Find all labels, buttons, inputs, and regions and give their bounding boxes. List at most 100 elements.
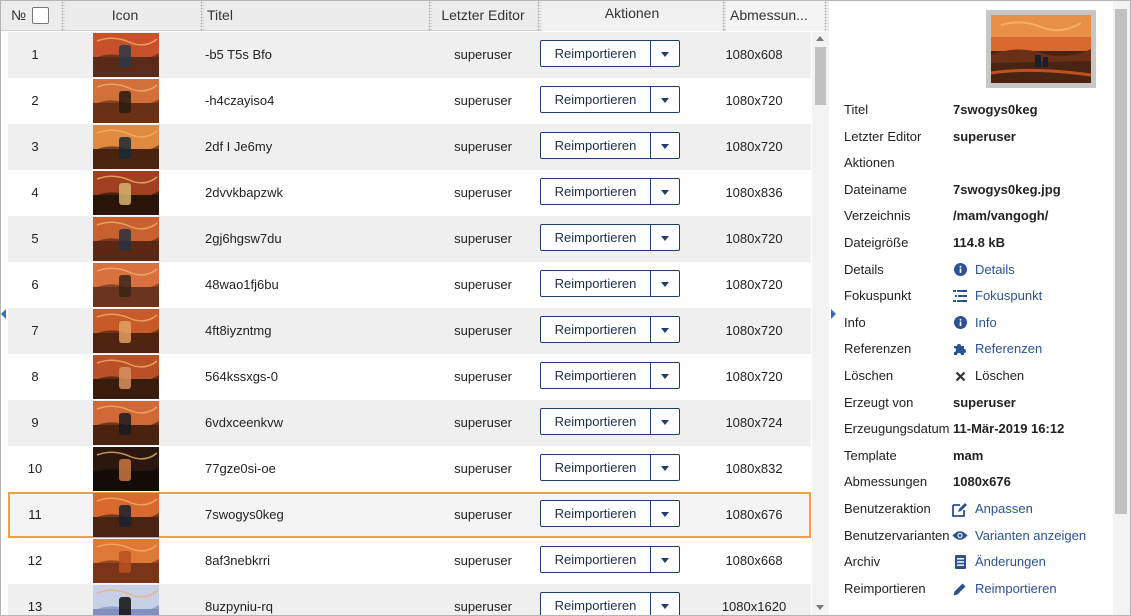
column-separator[interactable]: [61, 1, 65, 31]
reimport-button[interactable]: Reimportieren: [541, 225, 651, 250]
detail-row-dateigr-e: Dateigröße 114.8 kB: [844, 230, 1112, 256]
column-header-icon[interactable]: Icon: [66, 1, 184, 31]
chevron-down-icon[interactable]: [651, 501, 679, 526]
reimport-split-button[interactable]: Reimportieren: [540, 362, 680, 389]
column-separator[interactable]: [722, 1, 726, 31]
reimport-split-button[interactable]: Reimportieren: [540, 132, 680, 159]
reimport-split-button[interactable]: Reimportieren: [540, 270, 680, 297]
chevron-down-icon[interactable]: [651, 363, 679, 388]
reimport-button[interactable]: Reimportieren: [541, 593, 651, 615]
reimport-button[interactable]: Reimportieren: [541, 271, 651, 296]
table-row[interactable]: 1 -b5 T5s Bfo superuser Reimportieren 1080x6…: [8, 32, 811, 78]
chevron-down-icon[interactable]: [651, 87, 679, 112]
column-separator[interactable]: [824, 1, 828, 31]
detail-link-fokuspunkt[interactable]: Fokuspunkt: [952, 283, 1042, 309]
details-scrollbar[interactable]: [1113, 1, 1130, 615]
chevron-down-icon[interactable]: [651, 593, 679, 615]
reimport-button[interactable]: Reimportieren: [541, 133, 651, 158]
chevron-down-icon[interactable]: [651, 225, 679, 250]
chevron-down-icon[interactable]: [651, 179, 679, 204]
collapse-left-arrow-icon[interactable]: [1, 309, 7, 319]
row-thumbnail[interactable]: [93, 309, 159, 353]
select-all-checkbox[interactable]: [32, 7, 49, 24]
table-row[interactable]: 5 2gj6hgsw7du superuser Reimportieren 1080x7…: [8, 216, 811, 262]
detail-link-archiv[interactable]: Änderungen: [952, 549, 1046, 575]
chevron-down-icon[interactable]: [651, 41, 679, 66]
reimport-split-button[interactable]: Reimportieren: [540, 40, 680, 67]
column-header-editor[interactable]: Letzter Editor: [433, 1, 533, 31]
row-thumbnail[interactable]: [93, 33, 159, 77]
column-header-no[interactable]: №: [11, 1, 31, 31]
chevron-down-icon[interactable]: [651, 547, 679, 572]
detail-link-benutzervarianten[interactable]: Varianten anzeigen: [952, 523, 1086, 549]
chevron-down-icon[interactable]: [651, 455, 679, 480]
reimport-button[interactable]: Reimportieren: [541, 409, 651, 434]
reimport-button[interactable]: Reimportieren: [541, 547, 651, 572]
reimport-button[interactable]: Reimportieren: [541, 87, 651, 112]
detail-link-label: Änderungen: [975, 554, 1046, 570]
row-thumbnail[interactable]: [93, 355, 159, 399]
detail-link-info[interactable]: Info: [952, 310, 997, 336]
reimport-split-button[interactable]: Reimportieren: [540, 500, 680, 527]
reimport-button[interactable]: Reimportieren: [541, 317, 651, 342]
table-row[interactable]: 6 48wao1fj6bu superuser Reimportieren 1080x7…: [8, 262, 811, 308]
scroll-up-arrow-icon[interactable]: [816, 36, 824, 41]
table-row[interactable]: 7 4ft8iyzntmg superuser Reimportieren 1080x7…: [8, 308, 811, 354]
detail-link-reimportieren[interactable]: Reimportieren: [952, 576, 1057, 602]
row-thumbnail[interactable]: [93, 585, 159, 615]
column-header-titel[interactable]: Titel: [207, 1, 427, 31]
table-row[interactable]: 3 2df I Je6my superuser Reimportieren 1080x7…: [8, 124, 811, 170]
reimport-button[interactable]: Reimportieren: [541, 41, 651, 66]
detail-link-details[interactable]: Details: [952, 257, 1015, 283]
column-header-aktionen[interactable]: Aktionen: [542, 1, 722, 31]
reimport-split-button[interactable]: Reimportieren: [540, 546, 680, 573]
chevron-down-icon[interactable]: [651, 409, 679, 434]
table-row[interactable]: 2 -h4czayiso4 superuser Reimportieren 1080x7…: [8, 78, 811, 124]
table-row[interactable]: 9 6vdxceenkvw superuser Reimportieren 1080x7…: [8, 400, 811, 446]
reimport-button[interactable]: Reimportieren: [541, 363, 651, 388]
reimport-button[interactable]: Reimportieren: [541, 455, 651, 480]
reimport-split-button[interactable]: Reimportieren: [540, 408, 680, 435]
scroll-down-arrow-icon[interactable]: [816, 605, 824, 610]
row-number: 8: [31, 369, 39, 384]
row-thumbnail[interactable]: [93, 447, 159, 491]
reimport-button[interactable]: Reimportieren: [541, 501, 651, 526]
table-row[interactable]: 12 8af3nebkrri superuser Reimportieren 1080x…: [8, 538, 811, 584]
reimport-split-button[interactable]: Reimportieren: [540, 592, 680, 615]
row-thumbnail[interactable]: [93, 125, 159, 169]
column-header-abmessungen[interactable]: Abmessun...: [730, 1, 810, 31]
row-thumbnail[interactable]: [93, 539, 159, 583]
row-thumbnail[interactable]: [93, 79, 159, 123]
row-thumbnail[interactable]: [93, 217, 159, 261]
chevron-down-icon[interactable]: [651, 133, 679, 158]
row-thumbnail[interactable]: [93, 263, 159, 307]
table-row[interactable]: 4 2dvvkbapzwk superuser Reimportieren 1080x8…: [8, 170, 811, 216]
table-row[interactable]: 13 8uzpyniu-rq superuser Reimportieren 1080x…: [8, 584, 811, 615]
column-separator[interactable]: [200, 1, 204, 31]
reimport-button[interactable]: Reimportieren: [541, 179, 651, 204]
chevron-down-icon[interactable]: [651, 317, 679, 342]
detail-link-benutzeraktion[interactable]: Anpassen: [952, 496, 1033, 522]
grid-scrollbar-thumb[interactable]: [815, 47, 826, 105]
grid-scrollbar[interactable]: [812, 32, 829, 615]
table-row[interactable]: 10 77gze0si-oe superuser Reimportieren 1080x…: [8, 446, 811, 492]
column-separator[interactable]: [428, 1, 432, 31]
reimport-split-button[interactable]: Reimportieren: [540, 316, 680, 343]
reimport-split-button[interactable]: Reimportieren: [540, 178, 680, 205]
table-row[interactable]: 8 564kssxgs-0 superuser Reimportieren 1080x7…: [8, 354, 811, 400]
reimport-split-button[interactable]: Reimportieren: [540, 454, 680, 481]
reimport-split-button[interactable]: Reimportieren: [540, 86, 680, 113]
row-thumbnail[interactable]: [93, 493, 159, 537]
thumbnail-image: [93, 401, 159, 445]
table-row[interactable]: 11 7swogys0keg superuser Reimportieren 1080x…: [8, 492, 811, 538]
detail-label: Archiv: [844, 554, 881, 570]
reimport-split-button[interactable]: Reimportieren: [540, 224, 680, 251]
detail-link-l-schen[interactable]: Löschen: [952, 363, 1024, 389]
collapse-right-arrow-icon[interactable]: [831, 309, 837, 319]
row-thumbnail[interactable]: [93, 401, 159, 445]
detail-link-referenzen[interactable]: Referenzen: [952, 336, 1042, 362]
row-thumbnail[interactable]: [93, 171, 159, 215]
chevron-down-icon[interactable]: [651, 271, 679, 296]
column-separator[interactable]: [537, 1, 541, 31]
details-scrollbar-thumb[interactable]: [1115, 9, 1127, 514]
